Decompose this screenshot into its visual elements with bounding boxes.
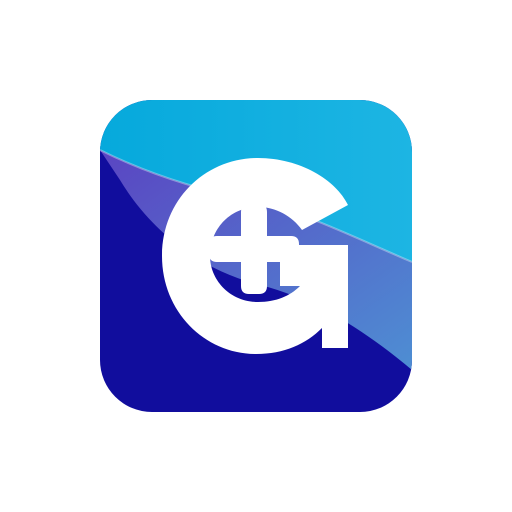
app-icon-canvas [0,0,512,512]
app-icon[interactable] [0,0,512,512]
